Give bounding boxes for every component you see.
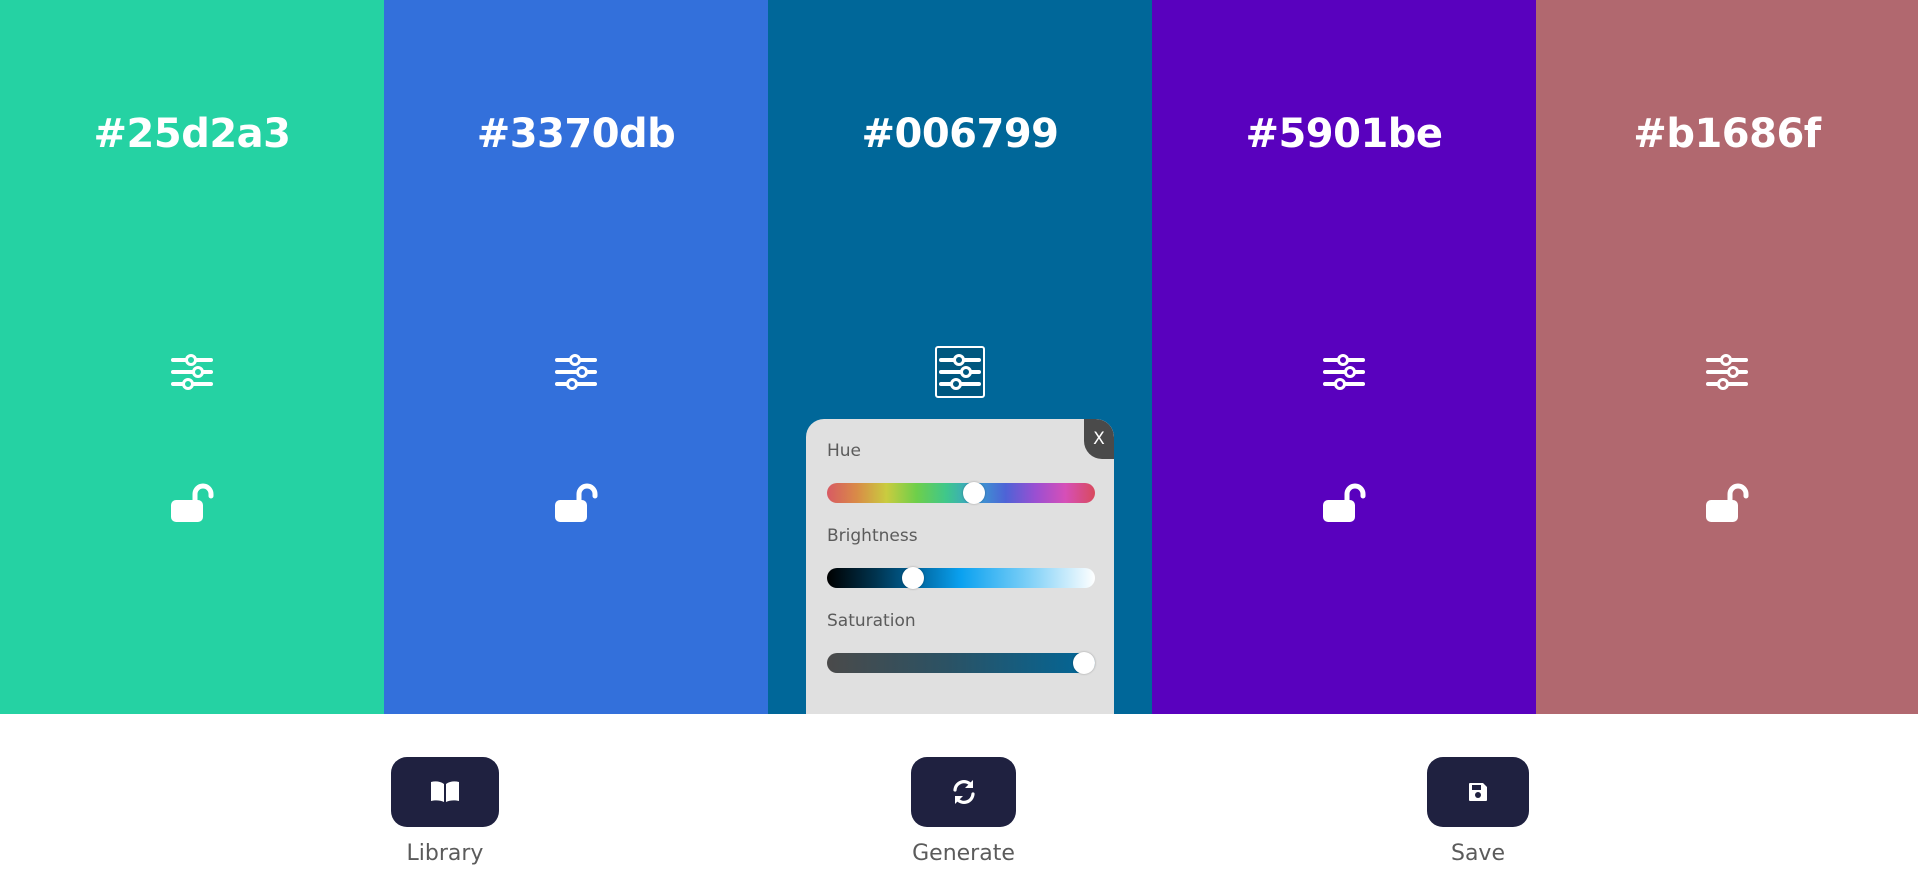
close-panel-button[interactable]: X — [1084, 419, 1114, 459]
color-column-5: #b1686f — [1536, 0, 1918, 714]
hue-slider-thumb[interactable] — [963, 482, 986, 504]
brightness-slider[interactable] — [827, 567, 1095, 589]
unlock-icon — [1323, 483, 1366, 522]
adjustment-panel: X Hue Brightness Saturation — [806, 419, 1114, 714]
unlock-icon — [171, 483, 214, 522]
adjust-button[interactable] — [1319, 346, 1369, 398]
brightness-slider-thumb[interactable] — [901, 567, 924, 589]
color-column-2: #3370db — [384, 0, 768, 714]
color-column-4: #5901be — [1152, 0, 1536, 714]
sliders-icon — [939, 354, 981, 390]
generate-button[interactable] — [911, 757, 1016, 827]
refresh-icon — [952, 780, 975, 804]
floppy-disk-icon — [1469, 783, 1487, 801]
color-palette: #25d2a3 #3370db #006799 X Hue Brightness… — [0, 0, 1918, 714]
lock-button[interactable] — [167, 478, 217, 528]
book-icon — [431, 781, 459, 802]
hex-label[interactable]: #b1686f — [1536, 111, 1918, 157]
save-label: Save — [1450, 841, 1505, 866]
hue-slider[interactable] — [827, 482, 1095, 504]
adjust-button[interactable] — [551, 346, 601, 398]
sliders-icon — [171, 354, 213, 390]
lock-button[interactable] — [1702, 478, 1752, 528]
library-label: Library — [406, 841, 484, 866]
save-control: Save — [1427, 757, 1529, 866]
hex-label[interactable]: #25d2a3 — [0, 111, 384, 157]
color-column-1: #25d2a3 — [0, 0, 384, 714]
saturation-label: Saturation — [827, 611, 916, 631]
lock-button[interactable] — [1319, 478, 1369, 528]
hue-label: Hue — [827, 441, 862, 461]
generate-control: Generate — [911, 757, 1016, 866]
unlock-icon — [1706, 483, 1749, 522]
library-button[interactable] — [391, 757, 499, 827]
adjust-button[interactable] — [167, 346, 217, 398]
adjust-button[interactable] — [1702, 346, 1752, 398]
lock-button[interactable] — [551, 478, 601, 528]
save-button[interactable] — [1427, 757, 1529, 827]
adjust-button-active[interactable] — [935, 346, 985, 398]
saturation-slider[interactable] — [827, 652, 1096, 674]
saturation-slider-thumb[interactable] — [1073, 652, 1096, 674]
sliders-icon — [1706, 354, 1748, 390]
color-column-3: #006799 X Hue Brightness Saturation — [768, 0, 1152, 714]
sliders-icon — [555, 354, 597, 390]
brightness-label: Brightness — [827, 526, 918, 546]
generate-label: Generate — [912, 841, 1015, 866]
hex-label[interactable]: #006799 — [768, 111, 1152, 157]
library-control: Library — [391, 757, 499, 866]
hex-label[interactable]: #5901be — [1152, 111, 1536, 157]
sliders-icon — [1323, 354, 1365, 390]
hex-label[interactable]: #3370db — [384, 111, 768, 157]
unlock-icon — [555, 483, 598, 522]
bottom-controls: Library Generate Save — [0, 714, 1918, 887]
